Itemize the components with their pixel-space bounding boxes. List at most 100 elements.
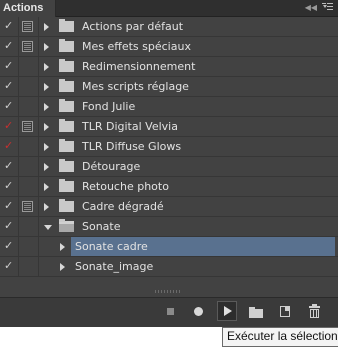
chevron-right-icon[interactable] xyxy=(44,183,49,191)
stop-icon[interactable] xyxy=(161,301,181,321)
toggle-dialog-cell[interactable] xyxy=(18,217,39,236)
panel-menu-icon[interactable] xyxy=(322,1,333,13)
folder-icon xyxy=(59,79,74,92)
chevron-right-icon[interactable] xyxy=(44,203,49,211)
row-label: Redimensionnement xyxy=(82,60,196,73)
folder-icon xyxy=(59,59,74,72)
folder-open-icon xyxy=(59,219,74,232)
row-label: Sonate xyxy=(82,220,121,233)
chevron-down-icon[interactable] xyxy=(44,225,52,230)
folder-icon xyxy=(59,19,74,32)
chevron-right-icon[interactable] xyxy=(44,23,49,31)
new-action-icon[interactable] xyxy=(276,301,296,321)
check-icon[interactable]: ✓ xyxy=(4,199,13,212)
toggle-item-cell[interactable]: ✓ xyxy=(0,97,19,116)
row-label: Sonate cadre xyxy=(75,240,148,253)
toggle-dialog-cell[interactable] xyxy=(18,157,39,176)
action-set-row[interactable]: ✓ Détourage xyxy=(0,157,338,177)
toggle-dialog-cell[interactable] xyxy=(18,177,39,196)
toggle-dialog-cell[interactable] xyxy=(18,257,39,276)
toggle-dialog-cell[interactable] xyxy=(18,197,39,216)
action-set-row[interactable]: ✓ Actions par défaut xyxy=(0,17,338,37)
toggle-item-cell[interactable]: ✓ xyxy=(0,157,19,176)
chevron-right-icon[interactable] xyxy=(44,143,49,151)
action-set-row[interactable]: ✓ Redimensionnement xyxy=(0,57,338,77)
dialog-icon[interactable] xyxy=(22,121,33,132)
folder-icon xyxy=(59,199,74,212)
toggle-item-cell[interactable]: ✓ xyxy=(0,237,19,256)
toggle-dialog-cell[interactable] xyxy=(18,57,39,76)
row-label: Mes scripts réglage xyxy=(82,80,189,93)
check-icon[interactable]: ✓ xyxy=(4,259,13,272)
toggle-dialog-cell[interactable] xyxy=(18,237,39,256)
action-row[interactable]: ✓ Sonate cadre xyxy=(0,237,338,257)
chevron-right-icon[interactable] xyxy=(44,123,49,131)
toggle-item-cell[interactable]: ✓ xyxy=(0,17,19,36)
chevron-right-icon[interactable] xyxy=(44,103,49,111)
toggle-item-cell[interactable]: ✓ xyxy=(0,217,19,236)
tooltip: Exécuter la sélection xyxy=(222,327,338,347)
action-set-row[interactable]: ✓ TLR Digital Velvia xyxy=(0,117,338,137)
check-icon[interactable]: ✓ xyxy=(4,139,13,152)
action-set-row[interactable]: ✓ Retouche photo xyxy=(0,177,338,197)
check-icon[interactable]: ✓ xyxy=(4,219,13,232)
toggle-dialog-cell[interactable] xyxy=(18,97,39,116)
action-set-row[interactable]: ✓ Mes scripts réglage xyxy=(0,77,338,97)
folder-icon xyxy=(59,99,74,112)
chevron-right-icon[interactable] xyxy=(44,163,49,171)
toggle-item-cell[interactable]: ✓ xyxy=(0,77,19,96)
dialog-icon[interactable] xyxy=(22,201,33,212)
toggle-item-cell[interactable]: ✓ xyxy=(0,177,19,196)
tab-actions[interactable]: Actions xyxy=(0,0,56,17)
check-icon[interactable]: ✓ xyxy=(4,179,13,192)
check-icon[interactable]: ✓ xyxy=(4,39,13,52)
dialog-icon[interactable] xyxy=(22,41,33,52)
toggle-item-cell[interactable]: ✓ xyxy=(0,137,19,156)
action-set-row[interactable]: ✓ Sonate xyxy=(0,217,338,237)
dialog-icon[interactable] xyxy=(22,21,33,32)
trash-icon[interactable] xyxy=(305,301,325,321)
resize-grip[interactable] xyxy=(155,290,181,293)
folder-icon[interactable] xyxy=(246,301,266,321)
toggle-dialog-cell[interactable] xyxy=(18,77,39,96)
play-icon[interactable] xyxy=(217,301,237,321)
toggle-dialog-cell[interactable] xyxy=(18,37,39,56)
action-set-row[interactable]: ✓ Fond Julie xyxy=(0,97,338,117)
toggle-item-cell[interactable]: ✓ xyxy=(0,117,19,136)
check-icon[interactable]: ✓ xyxy=(4,79,13,92)
check-icon[interactable]: ✓ xyxy=(4,99,13,112)
row-label: Mes effets spéciaux xyxy=(82,40,191,53)
action-set-row[interactable]: ✓ Mes effets spéciaux xyxy=(0,37,338,57)
toggle-dialog-cell[interactable] xyxy=(18,17,39,36)
chevron-right-icon[interactable] xyxy=(60,243,65,251)
chevron-right-icon[interactable] xyxy=(60,263,65,271)
row-label: Actions par défaut xyxy=(82,20,184,33)
chevron-right-icon[interactable] xyxy=(44,83,49,91)
toggle-dialog-cell[interactable] xyxy=(18,117,39,136)
row-label: TLR Digital Velvia xyxy=(82,120,178,133)
row-label: Sonate_image xyxy=(75,260,154,273)
check-icon[interactable]: ✓ xyxy=(4,19,13,32)
toggle-item-cell[interactable]: ✓ xyxy=(0,197,19,216)
chevron-right-icon[interactable] xyxy=(44,63,49,71)
check-icon[interactable]: ✓ xyxy=(4,159,13,172)
toggle-item-cell[interactable]: ✓ xyxy=(0,257,19,276)
toggle-item-cell[interactable]: ✓ xyxy=(0,37,19,56)
row-label: Détourage xyxy=(82,160,141,173)
collapse-panel-icon[interactable]: ◀◀ xyxy=(305,2,317,14)
chevron-right-icon[interactable] xyxy=(44,43,49,51)
action-row[interactable]: ✓ Sonate_image xyxy=(0,257,338,277)
actions-toolbar xyxy=(0,297,338,327)
toggle-item-cell[interactable]: ✓ xyxy=(0,57,19,76)
record-icon[interactable] xyxy=(189,301,209,321)
check-icon[interactable]: ✓ xyxy=(4,239,13,252)
check-icon[interactable]: ✓ xyxy=(4,59,13,72)
action-set-row[interactable]: ✓ Cadre dégradé xyxy=(0,197,338,217)
toggle-dialog-cell[interactable] xyxy=(18,137,39,156)
actions-list[interactable]: ✓ Actions par défaut ✓ Mes effets spéciaux ✓… xyxy=(0,17,338,279)
check-icon[interactable]: ✓ xyxy=(4,119,13,132)
row-label: TLR Diffuse Glows xyxy=(82,140,182,153)
action-set-row[interactable]: ✓ TLR Diffuse Glows xyxy=(0,137,338,157)
row-label: Fond Julie xyxy=(82,100,136,113)
folder-icon xyxy=(59,159,74,172)
